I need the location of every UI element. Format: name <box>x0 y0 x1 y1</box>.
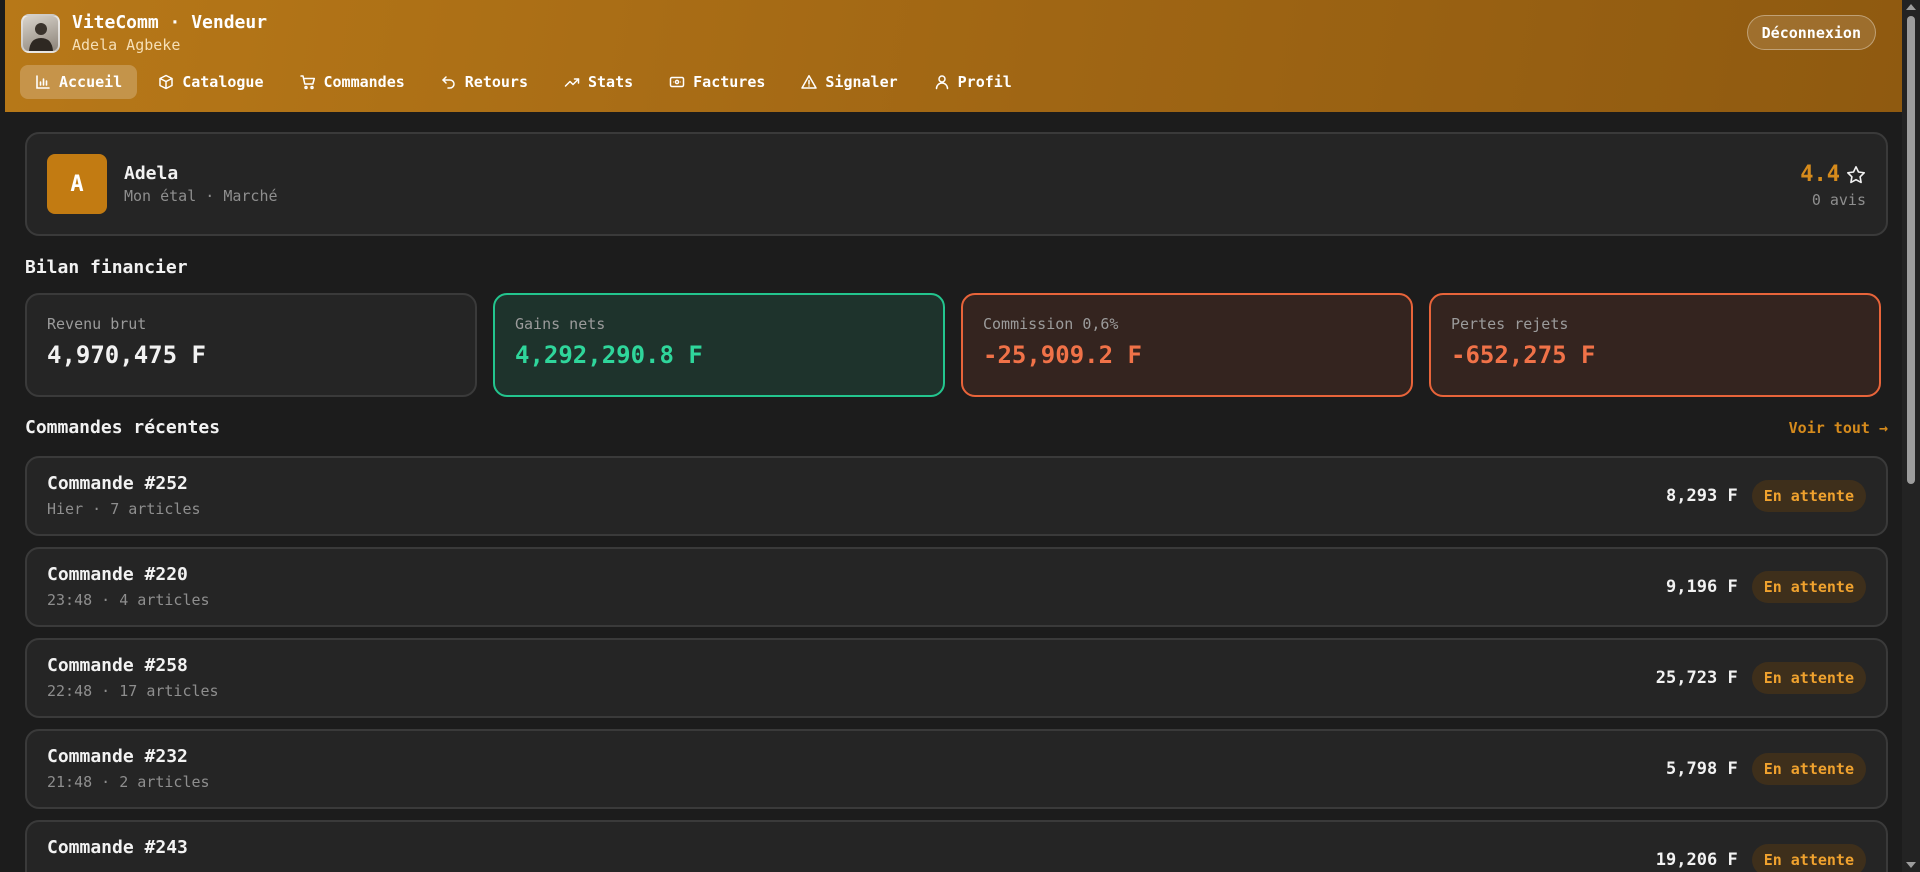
undo-icon <box>442 76 455 89</box>
order-title: Commande #243 <box>47 837 188 858</box>
nav-item-factures[interactable]: Factures <box>654 65 780 99</box>
status-badge: En attente <box>1751 480 1866 512</box>
nav-label: Factures <box>693 73 766 91</box>
trend-up-icon <box>564 78 580 87</box>
order-meta: 21:48 · 2 articles <box>47 773 210 791</box>
stat-value: -25,909.2 F <box>983 341 1142 369</box>
orders-title: Commandes récentes <box>25 417 221 438</box>
top-header: ViteComm · Vendeur Adela Agbeke Déconnex… <box>5 0 1902 112</box>
user-icon <box>935 75 948 90</box>
order-list: Commande #252 Hier · 7 articles 8,293 F … <box>25 456 1888 872</box>
status-badge: En attente <box>1751 571 1866 603</box>
nav-label: Commandes <box>323 73 405 91</box>
nav-label: Signaler <box>825 73 898 91</box>
status-badge: En attente <box>1751 753 1866 785</box>
order-meta: 22:48 · 17 articles <box>47 682 219 700</box>
stat-label: Pertes rejets <box>1451 315 1569 333</box>
order-row[interactable]: Commande #258 22:48 · 17 articles 25,723… <box>25 638 1888 718</box>
order-meta: 23:48 · 4 articles <box>47 591 210 609</box>
stat-label: Commission 0,6% <box>983 315 1119 333</box>
finance-title: Bilan financier <box>25 257 188 278</box>
rating-block: 4.4 0 avis <box>1800 162 1866 209</box>
order-amount: 25,723 F <box>1655 668 1738 688</box>
stat-card-revenu-brut: Revenu brut 4,970,475 F <box>25 293 477 397</box>
box-icon <box>159 74 173 90</box>
nav-label: Accueil <box>59 73 123 91</box>
status-badge: En attente <box>1751 662 1866 694</box>
invoice-icon <box>669 76 685 88</box>
user-photo-icon <box>21 14 60 53</box>
order-meta: Hier · 7 articles <box>47 500 201 518</box>
order-title: Commande #220 <box>47 564 188 585</box>
scrollbar-thumb[interactable] <box>1907 16 1915 484</box>
warning-icon <box>801 75 818 89</box>
finance-cards: Revenu brut 4,970,475 F Gains nets 4,292… <box>25 293 1888 397</box>
main-nav: Accueil Catalogue Commandes Retours Stat… <box>20 65 1027 99</box>
order-row[interactable]: Commande #252 Hier · 7 articles 8,293 F … <box>25 456 1888 536</box>
nav-item-accueil[interactable]: Accueil <box>20 65 138 99</box>
dashboard-content: A Adela Mon étal · Marché 4.4 0 avis Bil… <box>25 132 1888 872</box>
nav-item-signaler[interactable]: Signaler <box>786 65 912 99</box>
bar-chart-icon <box>36 75 50 89</box>
stat-value: -652,275 F <box>1451 341 1596 369</box>
logout-button[interactable]: Déconnexion <box>1746 15 1876 50</box>
nav-item-profil[interactable]: Profil <box>919 65 1027 99</box>
stat-value: 4,292,290.8 F <box>515 341 703 369</box>
stat-value: 4,970,475 F <box>47 341 206 369</box>
stat-card-gains-nets: Gains nets 4,292,290.8 F <box>493 293 945 397</box>
see-all-link[interactable]: Voir tout → <box>1789 419 1888 437</box>
order-title: Commande #258 <box>47 655 188 676</box>
cart-icon <box>299 75 315 90</box>
stat-card-commission: Commission 0,6% -25,909.2 F <box>961 293 1413 397</box>
profile-card: A Adela Mon étal · Marché 4.4 0 avis <box>25 132 1888 236</box>
star-icon <box>1847 165 1865 183</box>
order-amount: 9,196 F <box>1666 577 1738 597</box>
order-amount: 5,798 F <box>1666 759 1738 779</box>
order-title: Commande #252 <box>47 473 188 494</box>
user-name: Adela Agbeke <box>72 36 181 54</box>
nav-item-stats[interactable]: Stats <box>549 65 648 99</box>
stat-card-pertes-rejets: Pertes rejets -652,275 F <box>1429 293 1881 397</box>
nav-label: Stats <box>588 73 634 91</box>
order-amount: 19,206 F <box>1655 850 1738 870</box>
avatar: A <box>47 154 107 214</box>
app-frame: ViteComm · Vendeur Adela Agbeke Déconnex… <box>5 0 1902 872</box>
profile-name: Adela <box>124 163 179 184</box>
review-count: 0 avis <box>1811 191 1866 209</box>
app-title: ViteComm · Vendeur <box>72 12 268 33</box>
nav-label: Catalogue <box>182 73 264 91</box>
nav-item-commandes[interactable]: Commandes <box>285 65 420 99</box>
nav-label: Profil <box>957 73 1012 91</box>
order-row[interactable]: Commande #232 21:48 · 2 articles 5,798 F… <box>25 729 1888 809</box>
order-row[interactable]: Commande #243 19,206 F En attente <box>25 820 1888 872</box>
scrollbar[interactable] <box>1902 0 1920 872</box>
status-badge: En attente <box>1751 844 1866 872</box>
rating-value: 4.4 <box>1800 162 1840 187</box>
brand: ViteComm · Vendeur Adela Agbeke <box>21 12 267 55</box>
stat-label: Gains nets <box>515 315 606 333</box>
orders-header: Commandes récentes Voir tout → <box>25 417 1888 438</box>
order-title: Commande #232 <box>47 746 188 767</box>
nav-item-catalogue[interactable]: Catalogue <box>143 65 278 99</box>
nav-label: Retours <box>464 73 528 91</box>
stat-label: Revenu brut <box>47 315 147 333</box>
scroll-up-icon[interactable] <box>1906 4 1916 10</box>
nav-item-retours[interactable]: Retours <box>426 65 543 99</box>
order-amount: 8,293 F <box>1666 486 1738 506</box>
profile-subtitle: Mon étal · Marché <box>124 187 278 205</box>
scroll-down-icon[interactable] <box>1906 862 1916 868</box>
order-row[interactable]: Commande #220 23:48 · 4 articles 9,196 F… <box>25 547 1888 627</box>
